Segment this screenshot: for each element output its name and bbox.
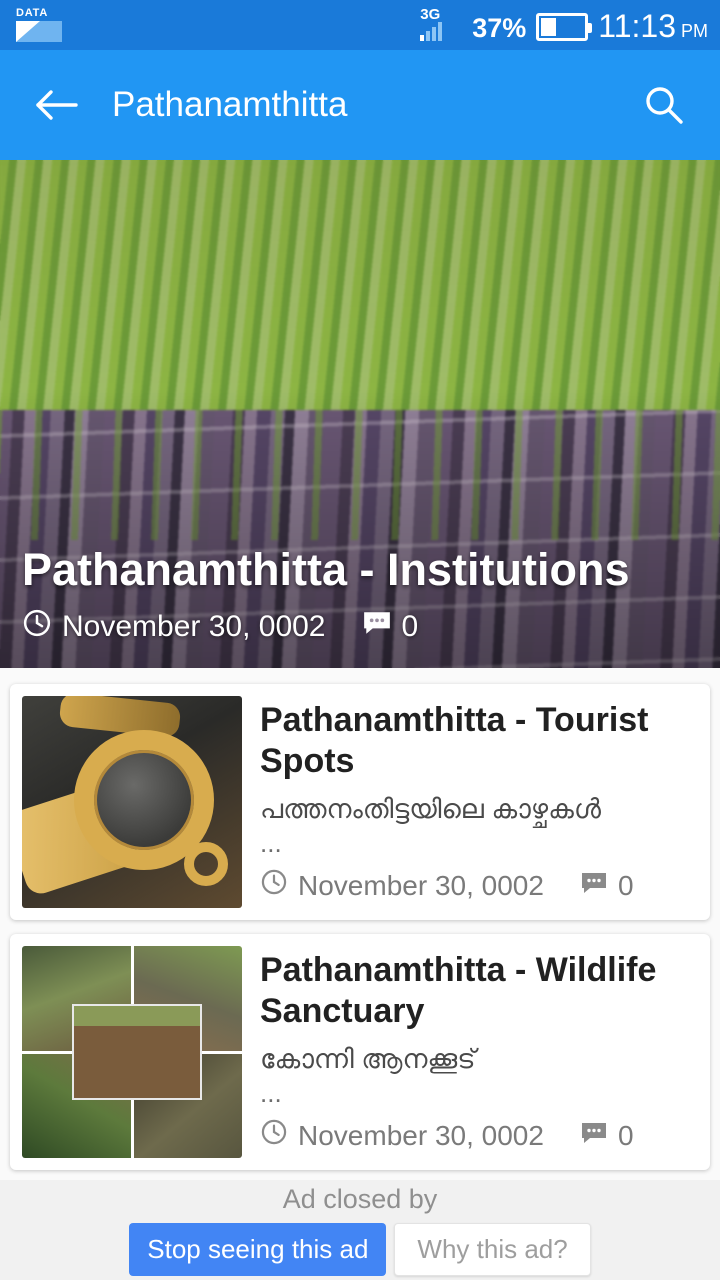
data-icon-label: DATA: [16, 7, 49, 19]
article-excerpt-ellipsis: ...: [260, 1078, 282, 1108]
arrow-left-icon[interactable]: [26, 75, 86, 135]
status-bar: DATA 3G 37% 11:13 PM: [0, 0, 720, 50]
status-bar-clock: 11:13 PM: [598, 9, 708, 43]
battery-icon: [536, 13, 593, 41]
article-thumbnail: [22, 696, 242, 908]
article-meta-row: November 30, 0002 0: [260, 1118, 698, 1153]
clock-meridiem: PM: [681, 21, 708, 41]
signal-bars: [420, 21, 443, 41]
hero-title: Pathanamthitta - Institutions: [22, 544, 630, 595]
list-item[interactable]: Pathanamthitta - Tourist Spots പത്തനംതിട…: [10, 684, 710, 920]
comment-icon: [580, 870, 608, 902]
hero-banner[interactable]: Pathanamthitta - Institutions November 3…: [0, 160, 720, 668]
clock-icon: [22, 608, 52, 646]
hero-date: November 30, 0002: [62, 610, 326, 643]
comment-icon: [580, 1120, 608, 1152]
article-meta-row: November 30, 0002 0: [260, 868, 698, 903]
article-body: Pathanamthitta - Wildlife Sanctuary കോന്…: [260, 946, 698, 1158]
status-bar-right-cluster: 3G 37% 11:13 PM: [420, 7, 708, 43]
phone-screen: DATA 3G 37% 11:13 PM Pathanamthitta Path…: [0, 0, 720, 1280]
search-icon[interactable]: [634, 75, 694, 135]
stop-seeing-this-ad-button[interactable]: Stop seeing this ad: [129, 1223, 387, 1276]
article-title: Pathanamthitta - Tourist Spots: [260, 701, 649, 780]
clock-time: 11:13: [598, 8, 676, 44]
app-bar: Pathanamthitta: [0, 50, 720, 160]
data-icon-glyph: [16, 21, 62, 42]
network-type-label: 3G: [420, 6, 441, 23]
data-usage-icon: DATA: [16, 8, 70, 42]
article-thumbnail: [22, 946, 242, 1158]
hero-overlay-text: Pathanamthitta - Institutions November 3…: [22, 544, 698, 646]
clock-icon: [260, 868, 288, 903]
article-body: Pathanamthitta - Tourist Spots പത്തനംതിട…: [260, 696, 698, 908]
ad-closed-by-label: Ad closed by: [282, 1184, 438, 1214]
clock-icon: [260, 1118, 288, 1153]
page-title: Pathanamthitta: [112, 85, 348, 124]
hero-meta-row: November 30, 0002 0: [22, 608, 698, 646]
article-subtitle: കോന്നി ആനക്കൂട്: [260, 1044, 476, 1074]
article-list: Pathanamthitta - Tourist Spots പത്തനംതിട…: [0, 668, 720, 1170]
why-this-ad-button[interactable]: Why this ad?: [394, 1223, 591, 1276]
article-comment-count: 0: [617, 1119, 634, 1151]
article-subtitle: പത്തനംതിട്ടയിലെ കാഴ്ചകൾ: [260, 794, 601, 824]
ad-buttons: Stop seeing this ad Why this ad?: [129, 1223, 591, 1276]
article-comment-count: 0: [617, 869, 634, 901]
ad-footer: Ad closed by Stop seeing this ad Why thi…: [0, 1180, 720, 1280]
article-excerpt-ellipsis: ...: [260, 828, 282, 858]
signal-strength-icon: 3G: [420, 7, 462, 43]
list-item[interactable]: Pathanamthitta - Wildlife Sanctuary കോന്…: [10, 934, 710, 1170]
article-date: November 30, 0002: [298, 869, 544, 901]
comment-icon: [362, 610, 392, 644]
hero-comment-count: 0: [401, 610, 419, 643]
article-date: November 30, 0002: [298, 1119, 544, 1151]
article-title: Pathanamthitta - Wildlife Sanctuary: [260, 951, 657, 1030]
battery-percent-label: 37%: [472, 13, 527, 43]
